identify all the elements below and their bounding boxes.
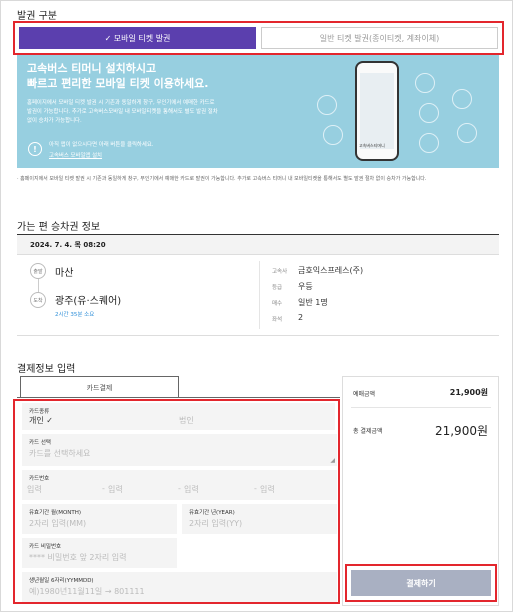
phone-screen bbox=[360, 73, 394, 149]
card-pin-field[interactable]: 카드 비밀번호 **** 비밀번호 앞 2자리 입력 bbox=[22, 538, 177, 568]
route-divider bbox=[259, 261, 260, 329]
issue-section-title: 발권 구분 bbox=[17, 11, 57, 22]
seat-icon bbox=[419, 133, 439, 153]
route-info: 출발 도착 마산 광주(유·스퀘어) 2시간 35분 소요 고속사 금호익스프레… bbox=[17, 255, 499, 336]
seat-label: 좌석 bbox=[272, 317, 283, 323]
departure-date: 2024. 7. 4. 목 08:20 bbox=[17, 234, 499, 255]
card-select-field[interactable]: 카드 선택 카드를 선택하세요 ◢ bbox=[22, 434, 337, 466]
card-pin-label: 카드 비밀번호 bbox=[29, 544, 62, 550]
banner-headline: 고속버스 티머니 설치하시고 빠르고 편리한 모바일 티켓 이용하세요. bbox=[27, 61, 208, 91]
card-payment-tab[interactable]: 카드결제 bbox=[20, 376, 179, 398]
banner-desc-line-3: 없이 승차가 가능합니다. bbox=[27, 118, 82, 124]
depart-badge: 출발 bbox=[30, 263, 46, 279]
card-icon bbox=[323, 125, 343, 145]
phone-illustration: 고속버스티머니 bbox=[355, 61, 399, 161]
phone-app-logo: 고속버스티머니 bbox=[359, 143, 385, 148]
mobile-app-banner: 고속버스 티머니 설치하시고 빠르고 편리한 모바일 티켓 이용하세요. 홈페이… bbox=[17, 55, 499, 168]
seat-value: 2 bbox=[298, 313, 304, 322]
grade-label: 등급 bbox=[272, 285, 283, 291]
booking-amount-label: 예매금액 bbox=[353, 391, 376, 398]
card-number-sep-3: - bbox=[254, 484, 257, 493]
card-type-label: 카드종류 bbox=[29, 409, 50, 415]
card-pin-placeholder: **** 비밀번호 앞 2자리 입력 bbox=[29, 553, 127, 562]
depart-city: 마산 bbox=[55, 268, 74, 279]
trip-duration: 2시간 35분 소요 bbox=[55, 312, 95, 318]
ticket-icon bbox=[415, 73, 435, 93]
card-type-corporate: 법인 bbox=[179, 416, 194, 425]
card-type-personal-option[interactable]: 카드종류 개인 ✓ bbox=[22, 403, 177, 430]
card-number-field[interactable]: 카드번호 입력 - 입력 - 입력 - 입력 bbox=[22, 470, 337, 500]
bus-front-icon bbox=[452, 89, 472, 109]
company-label: 고속사 bbox=[272, 269, 288, 275]
company-value: 금호익스프레스(주) bbox=[298, 266, 364, 275]
expiry-year-label: 유효기간 년(YEAR) bbox=[189, 510, 235, 516]
total-amount-label: 총 결제금액 bbox=[353, 428, 383, 435]
banner-notice: 아직 앱이 없으시다면 아래 버튼을 클릭하세요. bbox=[49, 142, 154, 148]
qr-icon bbox=[317, 95, 337, 115]
mobile-ticket-footnote: · 홈페이지에서 모바일 티켓 발권 시 기존과 동일하게 창구, 무인기에서 … bbox=[17, 176, 427, 182]
bus-icon bbox=[419, 103, 439, 123]
paper-ticket-tab[interactable]: 일반 티켓 발권(종이티켓, 계좌이체) bbox=[261, 27, 498, 49]
card-number-sep-2: - bbox=[178, 484, 181, 493]
total-amount: 21,900원 bbox=[434, 424, 488, 438]
banner-desc-line-1: 홈페이지에서 모바일 티켓 발권 시 기존과 동일하게 창구, 무인기에서 예매… bbox=[27, 100, 215, 106]
payment-section-title: 결제정보 입력 bbox=[17, 364, 76, 375]
grade-value: 우등 bbox=[298, 282, 313, 291]
card-number-sep-1: - bbox=[102, 484, 105, 493]
card-select-label: 카드 선택 bbox=[29, 440, 51, 446]
card-number-seg-1[interactable]: 입력 bbox=[27, 484, 42, 495]
card-number-seg-2[interactable]: 입력 bbox=[108, 484, 123, 495]
card-type-corporate-option[interactable]: 법인 bbox=[177, 403, 335, 430]
arrive-badge: 도착 bbox=[30, 292, 46, 308]
info-icon: ! bbox=[28, 142, 42, 156]
banner-description: 홈페이지에서 모바일 티켓 발권 시 기존과 동일하게 창구, 무인기에서 예매… bbox=[27, 99, 327, 126]
count-value: 일반 1명 bbox=[298, 298, 328, 307]
card-number-seg-3[interactable]: 입력 bbox=[184, 484, 199, 495]
expiry-year-placeholder: 2자리 입력(YY) bbox=[189, 519, 243, 528]
arrive-city: 광주(유·스퀘어) bbox=[55, 296, 122, 307]
grid-icon bbox=[457, 123, 477, 143]
resize-handle-icon: ◢ bbox=[330, 457, 335, 464]
card-number-seg-4[interactable]: 입력 bbox=[260, 484, 275, 495]
banner-headline-line-1: 고속버스 티머니 설치하시고 bbox=[27, 62, 157, 75]
banner-desc-line-2: 발권이 가능합니다. 추가로 고속버스모바일 내 모바일티켓을 통해서도 별도 … bbox=[27, 109, 218, 115]
expiry-year-field[interactable]: 유효기간 년(YEAR) 2자리 입력(YY) bbox=[182, 504, 337, 534]
banner-headline-line-2: 빠르고 편리한 모바일 티켓 이용하세요. bbox=[27, 77, 209, 90]
count-label: 매수 bbox=[272, 301, 283, 307]
app-install-link[interactable]: 고속버스 모바일앱 설치 bbox=[49, 151, 102, 159]
card-select-placeholder: 카드를 선택하세요 bbox=[29, 449, 91, 458]
card-number-label: 카드번호 bbox=[29, 476, 50, 482]
birthdate-label: 생년월일 6자리(YYMMDD) bbox=[29, 578, 94, 584]
pay-button[interactable]: 결제하기 bbox=[351, 570, 491, 596]
mobile-ticket-tab[interactable]: ✓ 모바일 티켓 발권 bbox=[19, 27, 256, 49]
birthdate-placeholder: 예)1980년11월11일 → 801111 bbox=[29, 587, 145, 596]
expiry-month-placeholder: 2자리 입력(MM) bbox=[29, 519, 87, 528]
summary-divider bbox=[351, 407, 491, 408]
card-type-personal: 개인 ✓ bbox=[29, 416, 53, 425]
expiry-month-field[interactable]: 유효기간 월(MONTH) 2자리 입력(MM) bbox=[22, 504, 177, 534]
expiry-month-label: 유효기간 월(MONTH) bbox=[29, 510, 82, 516]
trip-section-title: 가는 편 승차권 정보 bbox=[17, 222, 101, 233]
booking-amount: 21,900원 bbox=[449, 388, 488, 397]
birthdate-field[interactable]: 생년월일 6자리(YYMMDD) 예)1980년11월11일 → 801111 bbox=[22, 572, 337, 602]
